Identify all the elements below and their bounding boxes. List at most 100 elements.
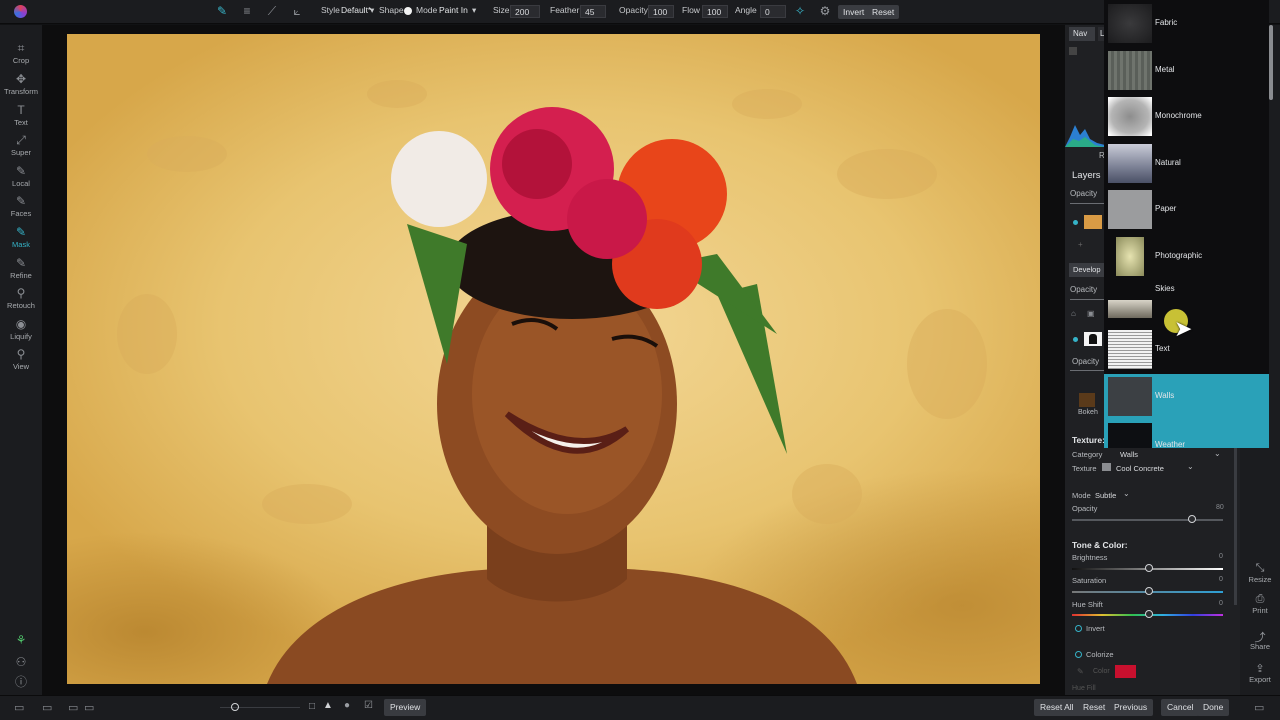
tool-retouch[interactable]: ⚲ Retouch (0, 286, 42, 310)
colorize-checkbox[interactable] (1075, 651, 1082, 658)
texture-category-dropdown[interactable]: Fabric Metal Monochrome Natural Paper Ph… (1104, 0, 1269, 448)
local-icon: ✎ (15, 164, 27, 178)
flow-input[interactable]: 100 (702, 5, 728, 18)
tool-view[interactable]: ⚲ View (0, 347, 42, 371)
lock-icon[interactable]: ⌂ (1071, 309, 1076, 318)
category-select[interactable]: Walls (1120, 450, 1138, 459)
texture-select[interactable]: Cool Concrete (1116, 464, 1164, 473)
layer-visibility-dot[interactable] (1073, 220, 1078, 225)
check-icon[interactable]: ☑ (364, 700, 373, 711)
tool-liquify[interactable]: ◉ Liquify (0, 317, 42, 341)
hue-shift-value[interactable]: 0 (1219, 600, 1223, 607)
dropdown-item-photographic[interactable]: Photographic (1104, 234, 1269, 280)
dropdown-item-paper[interactable]: Paper (1104, 187, 1269, 233)
hue-shift-slider-knob[interactable] (1145, 610, 1153, 618)
invert-checkbox[interactable] (1075, 625, 1082, 632)
fabric-thumbnail (1108, 4, 1152, 43)
top-toolbar: ✎ ≡ ⟋ ⟀ Style Default* ▾ Shape Mode Pain… (0, 0, 1280, 24)
export-button[interactable]: ⇪ Export (1240, 662, 1280, 684)
mask-layer-dot[interactable] (1073, 337, 1078, 342)
colorize-swatch[interactable] (1115, 665, 1136, 678)
tool-crop[interactable]: ⌗ Crop (0, 41, 42, 65)
reset-all-button[interactable]: Reset All (1034, 699, 1080, 716)
zoom-slider-knob[interactable] (231, 703, 239, 711)
brush-icon[interactable]: ✎ (215, 4, 229, 18)
panel-toggle-icon[interactable]: ▭ (14, 701, 24, 714)
invert-button[interactable]: Invert (838, 5, 870, 19)
eyedropper-icon[interactable]: ✎ (1077, 667, 1084, 676)
tool-refine[interactable]: ✎ Refine (0, 256, 42, 280)
style-select[interactable]: Default* (341, 5, 371, 15)
camera-icon[interactable]: ▣ (1087, 309, 1095, 318)
reset-button[interactable]: Reset (1077, 699, 1112, 716)
tool-transform[interactable]: ✥ Transform (0, 72, 42, 96)
layer-thumbnail[interactable] (1084, 215, 1102, 229)
tool-super[interactable]: ⤢ Super (0, 133, 42, 157)
user-icon[interactable]: ⚇ (0, 655, 42, 669)
opacity-slider-knob[interactable] (1188, 515, 1196, 523)
previous-button[interactable]: Previous (1108, 699, 1154, 716)
angle-input[interactable]: 0 (760, 5, 786, 18)
mode-select[interactable]: Paint In (439, 5, 468, 15)
tool-text[interactable]: T Text (0, 103, 42, 127)
dropdown-item-weather[interactable]: Weather (1104, 420, 1269, 448)
histogram (1065, 117, 1105, 147)
preview-button[interactable]: Preview (384, 699, 427, 716)
feather-input[interactable]: 45 (580, 5, 606, 18)
tool-faces[interactable]: ✎ Faces (0, 194, 42, 218)
dropdown-item-natural[interactable]: Natural (1104, 141, 1269, 187)
mode-select[interactable]: Subtle (1095, 491, 1116, 500)
bokeh-thumbnail[interactable] (1079, 393, 1095, 407)
liquify-icon: ◉ (15, 317, 27, 331)
saturation-slider-knob[interactable] (1145, 587, 1153, 595)
compare-view-icon[interactable]: ▭ (84, 701, 94, 714)
gradient-icon[interactable]: ≡ (240, 4, 254, 18)
resize-button[interactable]: ⤡ Resize (1240, 562, 1280, 584)
opacity-slider-track[interactable] (1072, 519, 1223, 521)
opacity-input[interactable]: 100 (648, 5, 674, 18)
reset-button[interactable]: Reset (867, 5, 900, 19)
photo-image[interactable] (67, 34, 1040, 684)
develop-tab[interactable]: Develop (1069, 263, 1105, 277)
sidebar-toggle-icon[interactable]: ▭ (1254, 701, 1264, 714)
brightness-slider-knob[interactable] (1145, 564, 1153, 572)
help-icon[interactable]: ⓘ (0, 675, 42, 689)
mask-layer-thumbnail[interactable] (1084, 332, 1102, 346)
chisel-icon[interactable]: ⟀ (290, 4, 304, 18)
crop-icon: ⌗ (17, 41, 25, 55)
monochrome-thumbnail (1108, 97, 1152, 136)
shape-circle-icon[interactable] (404, 7, 412, 15)
dropdown-item-metal[interactable]: Metal (1104, 48, 1269, 94)
square-icon[interactable]: □ (309, 701, 315, 712)
resize-icon: ⤡ (1255, 562, 1265, 574)
tool-local[interactable]: ✎ Local (0, 164, 42, 188)
single-view-icon[interactable]: ▭ (68, 701, 78, 714)
ai-brush-icon[interactable]: ⟋ (265, 4, 279, 18)
ai-icon[interactable]: ⚘ (0, 633, 42, 647)
opacity-slider-value[interactable]: 80 (1216, 504, 1224, 511)
circle-icon[interactable]: ● (344, 700, 350, 711)
gear-icon[interactable]: ⚙ (818, 4, 832, 18)
done-button[interactable]: Done (1197, 699, 1230, 716)
dropdown-item-monochrome[interactable]: Monochrome (1104, 94, 1269, 140)
add-layer-icon[interactable]: + (1078, 240, 1083, 249)
share-button[interactable]: ⤴ Share (1240, 629, 1280, 651)
nav-tab[interactable]: Nav (1069, 27, 1095, 41)
transform-icon: ✥ (15, 72, 27, 86)
filmstrip-icon[interactable]: ▭ (42, 701, 52, 714)
cancel-button[interactable]: Cancel (1161, 699, 1200, 716)
size-input[interactable]: 200 (510, 5, 540, 18)
brightness-value[interactable]: 0 (1219, 553, 1223, 560)
magic-wand-icon[interactable]: ✧ (793, 4, 807, 18)
rail-scrollbar[interactable] (1269, 25, 1273, 100)
saturation-label: Saturation (1072, 576, 1107, 585)
flow-label: Flow (682, 5, 700, 15)
saturation-value[interactable]: 0 (1219, 576, 1223, 583)
print-button[interactable]: ⎙ Print (1240, 593, 1280, 615)
dropdown-item-fabric[interactable]: Fabric (1104, 1, 1269, 47)
dropdown-item-walls[interactable]: Walls (1104, 374, 1269, 420)
tool-mask[interactable]: ✎ Mask (0, 225, 42, 249)
hue-shift-label: Hue Shift (1072, 600, 1103, 609)
mask-view-icon[interactable]: ▲ (323, 700, 333, 711)
bokeh-label[interactable]: Bokeh (1078, 409, 1098, 416)
